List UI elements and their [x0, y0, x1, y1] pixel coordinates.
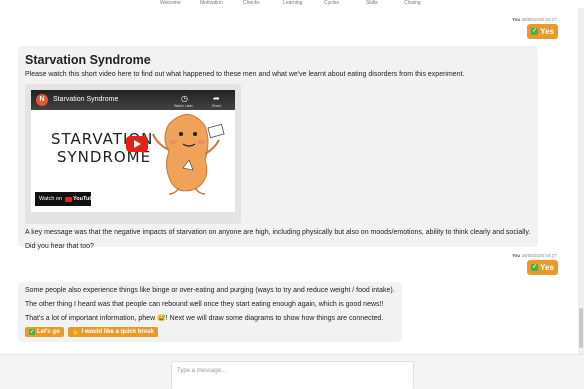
video-title[interactable]: Starvation Syndrome — [53, 96, 118, 103]
top-navigation: Welcome Motivation Checks Learning Cycle… — [0, 0, 584, 8]
composer-area: Type a message... — [0, 354, 584, 389]
share-label: Share — [212, 104, 222, 108]
bean-character-illustration — [152, 114, 225, 195]
watch-later-label: Watch Later — [174, 104, 193, 108]
message-time: 26/05/2025 04:27 — [521, 17, 557, 22]
message-meta: You 26/05/2025 04:27 — [512, 253, 556, 258]
watch-on-youtube-button[interactable]: Watch on YouTube — [35, 192, 96, 206]
message-paragraph: Did you hear that too? — [25, 243, 94, 250]
watch-on-label: Watch on — [39, 196, 63, 202]
check-icon: ✓ — [531, 264, 539, 271]
sender-name: You — [512, 17, 521, 22]
answer-label: Yes — [540, 27, 554, 36]
message-paragraph: The other thing I heard was that people … — [25, 301, 384, 308]
nav-item-learning[interactable]: Learning — [283, 0, 302, 6]
user-answer-yes: ✓ Yes — [527, 260, 558, 275]
button-label: Let's go — [37, 329, 60, 335]
bot-message-bubble: Some people also experience things like … — [18, 282, 402, 342]
lets-go-button[interactable]: ✓ Let's go — [25, 327, 64, 337]
nav-item-closing[interactable]: Closing — [404, 0, 421, 6]
user-answer-yes: ✓ Yes — [527, 24, 558, 39]
hand-icon: ✋ — [72, 329, 80, 336]
nav-item-cycles[interactable]: Cycles — [324, 0, 339, 6]
watch-later-icon[interactable]: ◷ — [181, 94, 188, 103]
chat-area: You 26/05/2025 04:27 ✓ Yes Starvation Sy… — [0, 8, 578, 354]
message-input-placeholder: Type a message... — [177, 368, 227, 374]
message-title: Starvation Syndrome — [25, 53, 151, 67]
video-embed[interactable]: STARVATION SYNDROME N Starvation Syndrom… — [25, 84, 241, 224]
video-player[interactable]: STARVATION SYNDROME N Starvation Syndrom… — [31, 90, 235, 212]
play-button-icon[interactable] — [126, 136, 148, 152]
sender-name: You — [512, 253, 521, 258]
chat-scrollbar[interactable] — [578, 8, 584, 354]
share-icon[interactable]: ➦ — [213, 94, 220, 103]
message-paragraph: A key message was that the negative impa… — [25, 229, 531, 236]
nav-item-skills[interactable]: Skills — [366, 0, 378, 6]
video-title-bar: N Starvation Syndrome ◷ Watch Later ➦ Sh… — [31, 90, 235, 110]
nav-item-motivation[interactable]: Motivation — [200, 0, 223, 6]
check-icon: ✓ — [531, 28, 539, 35]
answer-label: Yes — [540, 263, 554, 272]
message-input[interactable]: Type a message... — [171, 361, 414, 389]
quick-break-button[interactable]: ✋ I would like a quick break — [68, 327, 158, 337]
nav-item-welcome[interactable]: Welcome — [160, 0, 181, 6]
youtube-logo-icon: YouTube — [65, 196, 96, 202]
nav-item-checks[interactable]: Checks — [243, 0, 260, 6]
bot-message-bubble: Starvation Syndrome Please watch this sh… — [18, 46, 538, 250]
message-intro: Please watch this short video here to fi… — [25, 71, 465, 78]
scrollbar-thumb[interactable] — [579, 308, 583, 348]
message-paragraph: That's a lot of important information, p… — [25, 315, 384, 322]
message-meta: You 26/05/2025 04:27 — [512, 17, 556, 22]
channel-logo-icon[interactable]: N — [36, 94, 48, 106]
message-time: 26/05/2025 04:27 — [521, 253, 557, 258]
check-icon: ✓ — [29, 329, 35, 335]
button-label: I would like a quick break — [81, 329, 154, 335]
message-paragraph: Some people also experience things like … — [25, 287, 395, 294]
